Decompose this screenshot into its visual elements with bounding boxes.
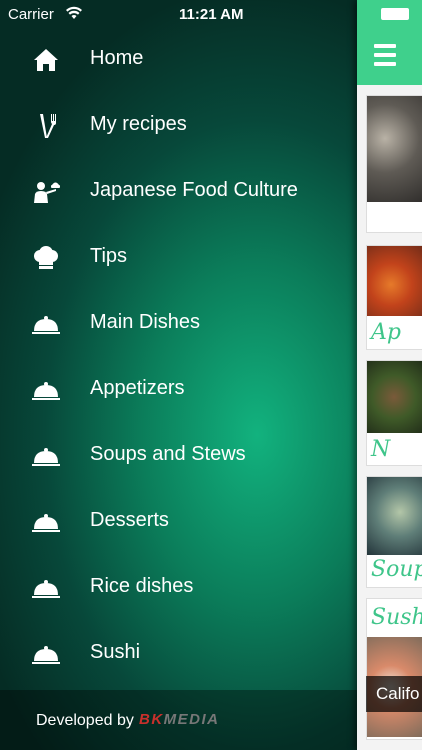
- recipe-image: [367, 477, 422, 555]
- menu-item-label: Soups and Stews: [90, 443, 246, 465]
- menu-item-label: Tips: [90, 245, 128, 267]
- hamburger-menu-icon[interactable]: [374, 44, 396, 66]
- cloche-icon: [30, 309, 62, 339]
- recipe-card[interactable]: Sush: [366, 598, 422, 740]
- menu-item-appetizers[interactable]: Appetizers: [0, 363, 357, 417]
- main-content-peek[interactable]: Ap N Soup Sush Califo: [357, 0, 422, 750]
- top-bar: [357, 0, 422, 85]
- menu-item-label: Appetizers: [90, 377, 185, 399]
- recipe-card[interactable]: Ap: [366, 245, 422, 350]
- waiter-icon: [30, 177, 62, 207]
- recipe-card[interactable]: Soup: [366, 476, 422, 588]
- category-caption: Ap: [371, 320, 401, 345]
- cloche-icon: [30, 507, 62, 537]
- battery-icon: [381, 8, 409, 20]
- menu-item-tips[interactable]: Tips: [0, 231, 357, 285]
- developed-by-label: Developed by: [36, 712, 134, 729]
- menu-item-japanese-food-culture[interactable]: Japanese Food Culture: [0, 165, 357, 219]
- menu-item-rice-dishes[interactable]: Rice dishes: [0, 561, 357, 615]
- cloche-icon: [30, 375, 62, 405]
- menu-item-sushi[interactable]: Sushi: [0, 627, 357, 681]
- recipe-image: [367, 361, 422, 433]
- footer: Developed by BKMEDIA: [0, 690, 357, 750]
- category-caption: N: [371, 437, 391, 462]
- recipe-card[interactable]: [366, 95, 422, 233]
- menu-item-label: Rice dishes: [90, 575, 194, 597]
- menu-item-desserts[interactable]: Desserts: [0, 495, 357, 549]
- home-icon: [30, 45, 62, 75]
- menu-item-label: My recipes: [90, 113, 187, 135]
- menu-item-label: Desserts: [90, 509, 169, 531]
- menu-item-home[interactable]: Home: [0, 33, 357, 87]
- side-menu: Carrier 11:21 AM Home My recipes Japanes…: [0, 0, 357, 750]
- menu-item-label: Home: [90, 47, 144, 69]
- menu-item-label: Main Dishes: [90, 311, 201, 333]
- menu-item-main-dishes[interactable]: Main Dishes: [0, 297, 357, 351]
- fork-knife-icon: [30, 111, 62, 141]
- developer-logo[interactable]: BKMEDIA: [139, 711, 220, 728]
- menu-item-soups-and-stews[interactable]: Soups and Stews: [0, 429, 357, 483]
- recipe-image: [367, 96, 422, 202]
- recipe-card[interactable]: N: [366, 360, 422, 466]
- carrier-label: Carrier: [8, 6, 54, 23]
- status-bar: Carrier 11:21 AM: [0, 0, 357, 30]
- clock: 11:21 AM: [179, 6, 244, 23]
- recipe-title-overlay: Califo: [366, 676, 422, 712]
- menu-item-label: Japanese Food Culture: [90, 179, 298, 201]
- cloche-icon: [30, 573, 62, 603]
- category-caption: Soup: [371, 557, 422, 582]
- chef-hat-icon: [30, 243, 62, 273]
- recipe-image: [367, 246, 422, 316]
- menu-item-my-recipes[interactable]: My recipes: [0, 99, 357, 153]
- menu-item-label: Sushi: [90, 641, 141, 663]
- cloche-icon: [30, 639, 62, 669]
- cloche-icon: [30, 441, 62, 471]
- category-caption: Sush: [371, 605, 422, 630]
- wifi-icon: [66, 6, 82, 25]
